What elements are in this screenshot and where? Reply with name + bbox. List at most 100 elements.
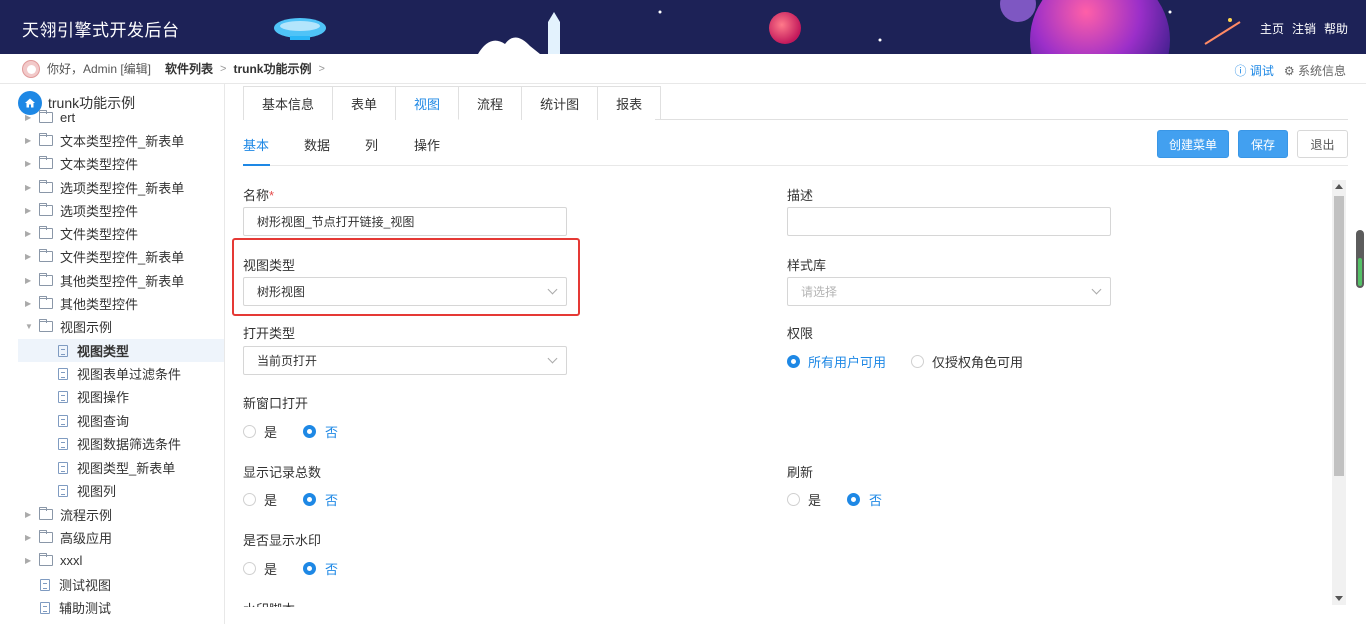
caret-right-icon: ▶ <box>25 159 32 168</box>
style-select[interactable]: 请选择 <box>787 277 1111 306</box>
open-type-value: 当前页打开 <box>257 354 318 368</box>
tree-item-label: 选项类型控件_新表单 <box>60 181 185 196</box>
home-link[interactable]: 主页 <box>1260 20 1284 37</box>
tree-folder[interactable]: ▶ 文本类型控件 <box>0 152 224 175</box>
tree-folder[interactable]: ▶ 文件类型控件 <box>0 222 224 245</box>
required-mark: * <box>269 188 275 203</box>
tree-file[interactable]: 视图数据筛选条件 <box>0 432 224 455</box>
avatar[interactable] <box>22 59 40 78</box>
exit-button[interactable]: 退出 <box>1297 130 1348 158</box>
radio-watermark-yes-label[interactable]: 是 <box>264 559 277 578</box>
radio-new-window-no[interactable] <box>303 425 316 438</box>
tree-folder[interactable]: ▶ 文本类型控件_新表单 <box>0 129 224 152</box>
caret-right-icon: ▶ <box>25 299 32 308</box>
tree-item-selected[interactable]: 视图类型 <box>18 339 224 362</box>
tab-form[interactable]: 表单 <box>333 86 397 120</box>
tree-folder-ert[interactable]: ▶ ert <box>0 106 224 129</box>
radio-authorized-roles[interactable] <box>911 355 924 368</box>
radio-refresh-yes[interactable] <box>787 493 800 506</box>
tree-folder[interactable]: ▶ 流程示例 <box>0 503 224 526</box>
tree-file[interactable]: 视图类型_新表单 <box>0 456 224 479</box>
tree-folder[interactable]: ▶ 其他类型控件_新表单 <box>0 269 224 292</box>
header-decoration <box>274 0 1241 54</box>
scrollbar-thumb[interactable] <box>1334 196 1344 476</box>
radio-refresh-no[interactable] <box>847 493 860 506</box>
help-link[interactable]: 帮助 <box>1324 20 1348 37</box>
radio-show-total-yes[interactable] <box>243 493 256 506</box>
subtab-basic[interactable]: 基本 <box>243 135 269 154</box>
radio-watermark-no[interactable] <box>303 562 316 575</box>
caret-right-icon: ▶ <box>25 136 32 145</box>
radio-new-window-yes[interactable] <box>243 425 256 438</box>
open-type-label: 打开类型 <box>243 326 296 341</box>
document-icon <box>40 601 50 614</box>
greeting[interactable]: 你好，Admin [编辑] <box>47 60 151 77</box>
tree-file[interactable]: 辅助测试 <box>0 596 224 619</box>
radio-show-total-yes-label[interactable]: 是 <box>264 490 277 509</box>
folder-icon <box>39 110 53 123</box>
name-label-text: 名称 <box>243 188 270 203</box>
chevron-down-icon <box>1091 284 1102 295</box>
document-icon <box>40 578 50 591</box>
tree-item-label: 视图查询 <box>77 414 130 429</box>
subtab-data[interactable]: 数据 <box>304 135 330 154</box>
tree-item-label: 文本类型控件 <box>60 157 139 172</box>
tree-item-label: 视图列 <box>77 484 117 499</box>
desc-input[interactable] <box>787 207 1111 236</box>
save-button[interactable]: 保存 <box>1238 130 1288 158</box>
tree-file[interactable]: 视图列 <box>0 479 224 502</box>
radio-new-window-yes-label[interactable]: 是 <box>264 422 277 441</box>
tree-folder[interactable]: ▶ xxxl <box>0 549 224 572</box>
style-placeholder: 请选择 <box>801 285 838 299</box>
tree-item-label: 视图类型_新表单 <box>77 461 176 476</box>
show-total-label: 显示记录总数 <box>243 465 322 480</box>
tree-folder-open[interactable]: ▼ 视图示例 <box>0 315 224 338</box>
open-type-select[interactable]: 当前页打开 <box>243 346 567 375</box>
sysinfo-link[interactable]: ⚙ 系统信息 <box>1284 62 1346 79</box>
subtab-actions[interactable]: 操作 <box>414 135 440 154</box>
document-icon <box>58 437 68 450</box>
tab-flow[interactable]: 流程 <box>459 86 523 120</box>
radio-refresh-yes-label[interactable]: 是 <box>808 490 821 509</box>
tree-folder[interactable]: ▶ 选项类型控件_新表单 <box>0 176 224 199</box>
tree-folder[interactable]: ▶ 文件类型控件_新表单 <box>0 245 224 268</box>
tab-view[interactable]: 视图 <box>396 86 460 120</box>
debug-link[interactable]: ⓘ 调试 <box>1235 62 1274 79</box>
radio-all-users[interactable] <box>787 355 800 368</box>
crumb-app[interactable]: trunk功能示例 <box>233 60 311 77</box>
tab-report[interactable]: 报表 <box>598 86 662 120</box>
tree-file[interactable]: 视图操作 <box>0 385 224 408</box>
chevron-right-icon: > <box>220 62 227 75</box>
logout-link[interactable]: 注销 <box>1292 20 1316 37</box>
active-subtab-indicator <box>243 164 270 166</box>
form-scrollbar[interactable] <box>1332 180 1346 605</box>
radio-refresh-no-label[interactable]: 否 <box>869 490 882 509</box>
crumb-software-list[interactable]: 软件列表 <box>165 60 213 77</box>
sysinfo-label: 系统信息 <box>1297 64 1346 78</box>
tab-chart[interactable]: 统计图 <box>522 86 599 120</box>
tree-file[interactable]: 视图查询 <box>0 409 224 432</box>
tab-divider <box>655 119 1348 120</box>
new-window-label: 新窗口打开 <box>243 396 309 411</box>
tree-folder[interactable]: ▶ 其他类型控件 <box>0 292 224 315</box>
tree-file[interactable]: 视图表单过滤条件 <box>0 362 224 385</box>
tree-folder[interactable]: ▶ 选项类型控件 <box>0 199 224 222</box>
radio-watermark-yes[interactable] <box>243 562 256 575</box>
radio-all-users-label[interactable]: 所有用户可用 <box>808 352 886 371</box>
create-menu-button[interactable]: 创建菜单 <box>1157 130 1229 158</box>
scroll-down-arrow-icon[interactable] <box>1335 596 1343 601</box>
radio-watermark-no-label[interactable]: 否 <box>325 559 338 578</box>
radio-authorized-roles-label[interactable]: 仅授权角色可用 <box>932 352 1023 371</box>
subtab-columns[interactable]: 列 <box>365 135 378 154</box>
scroll-up-arrow-icon[interactable] <box>1335 184 1343 189</box>
radio-show-total-no-label[interactable]: 否 <box>325 490 338 509</box>
permission-label: 权限 <box>787 326 814 341</box>
radio-new-window-no-label[interactable]: 否 <box>325 422 338 441</box>
name-input[interactable]: 树形视图_节点打开链接_视图 <box>243 207 567 236</box>
tree-folder[interactable]: ▶ 高级应用 <box>0 526 224 549</box>
tree-file[interactable]: 测试视图 <box>0 573 224 596</box>
radio-show-total-no[interactable] <box>303 493 316 506</box>
folder-icon <box>39 133 53 146</box>
caret-right-icon: ▶ <box>25 252 32 261</box>
tab-basic-info[interactable]: 基本信息 <box>244 86 334 120</box>
